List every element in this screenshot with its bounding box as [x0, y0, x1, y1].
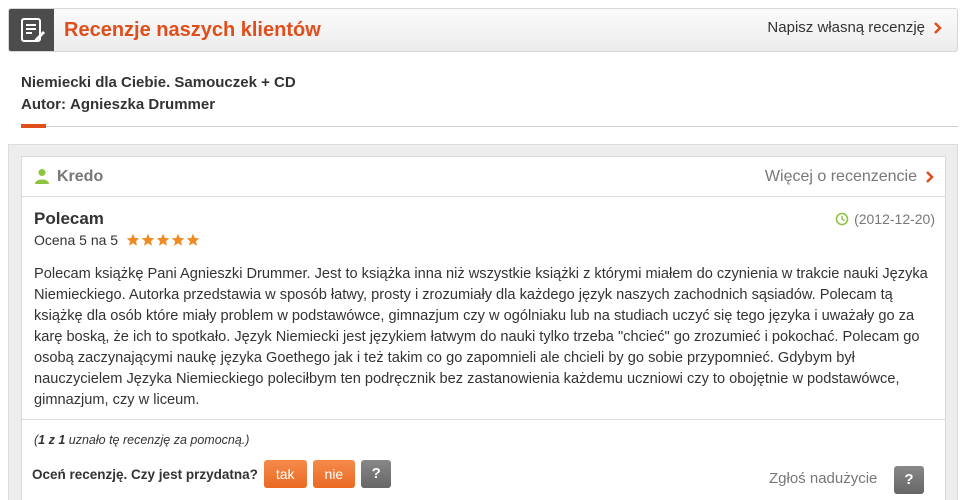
- book-title: Niemiecki dla Ciebie. Samouczek + CD: [21, 74, 296, 91]
- review-list-icon: [21, 18, 45, 42]
- helpful-count: (1 z 1 uznało tę recenzję za pomocną.): [34, 433, 249, 447]
- report-help-button[interactable]: ?: [894, 466, 924, 494]
- helpful-yes-button[interactable]: tak: [263, 460, 307, 488]
- chevron-right-icon: [926, 171, 934, 183]
- rating-help-button[interactable]: ?: [361, 460, 392, 488]
- rate-review-label: Oceń recenzję. Czy jest przydatna?: [32, 466, 258, 482]
- chevron-right-icon: [934, 21, 942, 34]
- rate-review-row: Oceń recenzję. Czy jest przydatna? tak n…: [32, 460, 392, 488]
- helpful-no-button[interactable]: nie: [312, 460, 356, 488]
- more-about-reviewer-label: Więcej o recenzencie: [764, 168, 917, 185]
- card-separator: [22, 419, 945, 420]
- review-card: Kredo Więcej o recenzencie Polecam (2012…: [21, 156, 946, 500]
- author-label: Autor:: [21, 96, 66, 113]
- review-date: (2012-12-20): [835, 211, 935, 227]
- report-abuse-link[interactable]: Zgłoś nadużycie: [769, 470, 877, 487]
- helpful-text: uznało tę recenzję za pomocną.): [68, 433, 250, 447]
- page-title: Recenzje naszych klientów: [64, 19, 321, 41]
- review-container: Kredo Więcej o recenzencie Polecam (2012…: [8, 144, 958, 500]
- review-body: Polecam książkę Pani Agnieszki Drummer. …: [34, 266, 928, 408]
- review-list-icon-box: [9, 9, 54, 51]
- more-about-reviewer-link[interactable]: Więcej o recenzencie: [765, 168, 935, 186]
- reviewer-name[interactable]: Kredo: [57, 168, 103, 186]
- write-review-link[interactable]: Napisz własną recenzję: [767, 19, 943, 36]
- star-icon: [186, 233, 200, 246]
- star-icon: [141, 233, 155, 246]
- rating-text: Ocena 5 na 5: [34, 232, 119, 248]
- star-icon: [156, 233, 170, 246]
- reviewer-row: Kredo Więcej o recenzencie: [22, 157, 945, 197]
- book-author: Autor: Agnieszka Drummer: [21, 94, 296, 116]
- reviews-header: Recenzje naszych klientów Napisz własną …: [8, 8, 958, 52]
- section-divider: [21, 126, 958, 127]
- star-icon: [126, 233, 140, 246]
- rating-stars: [126, 233, 201, 247]
- helpful-total-count: 1: [58, 433, 66, 447]
- section-divider-accent: [21, 124, 46, 128]
- clock-icon: [835, 212, 849, 226]
- rating-row: Ocena 5 na 5: [34, 232, 201, 248]
- author-name: Agnieszka Drummer: [70, 96, 216, 113]
- star-icon: [171, 233, 185, 246]
- helpful-yes-count: 1: [38, 433, 46, 447]
- book-info: Niemiecki dla Ciebie. Samouczek + CD Aut…: [21, 72, 296, 116]
- review-date-text: (2012-12-20): [854, 211, 935, 227]
- helpful-of: z: [48, 433, 55, 447]
- write-review-label: Napisz własną recenzję: [767, 19, 925, 36]
- user-icon: [35, 169, 49, 184]
- review-title: Polecam: [34, 209, 104, 228]
